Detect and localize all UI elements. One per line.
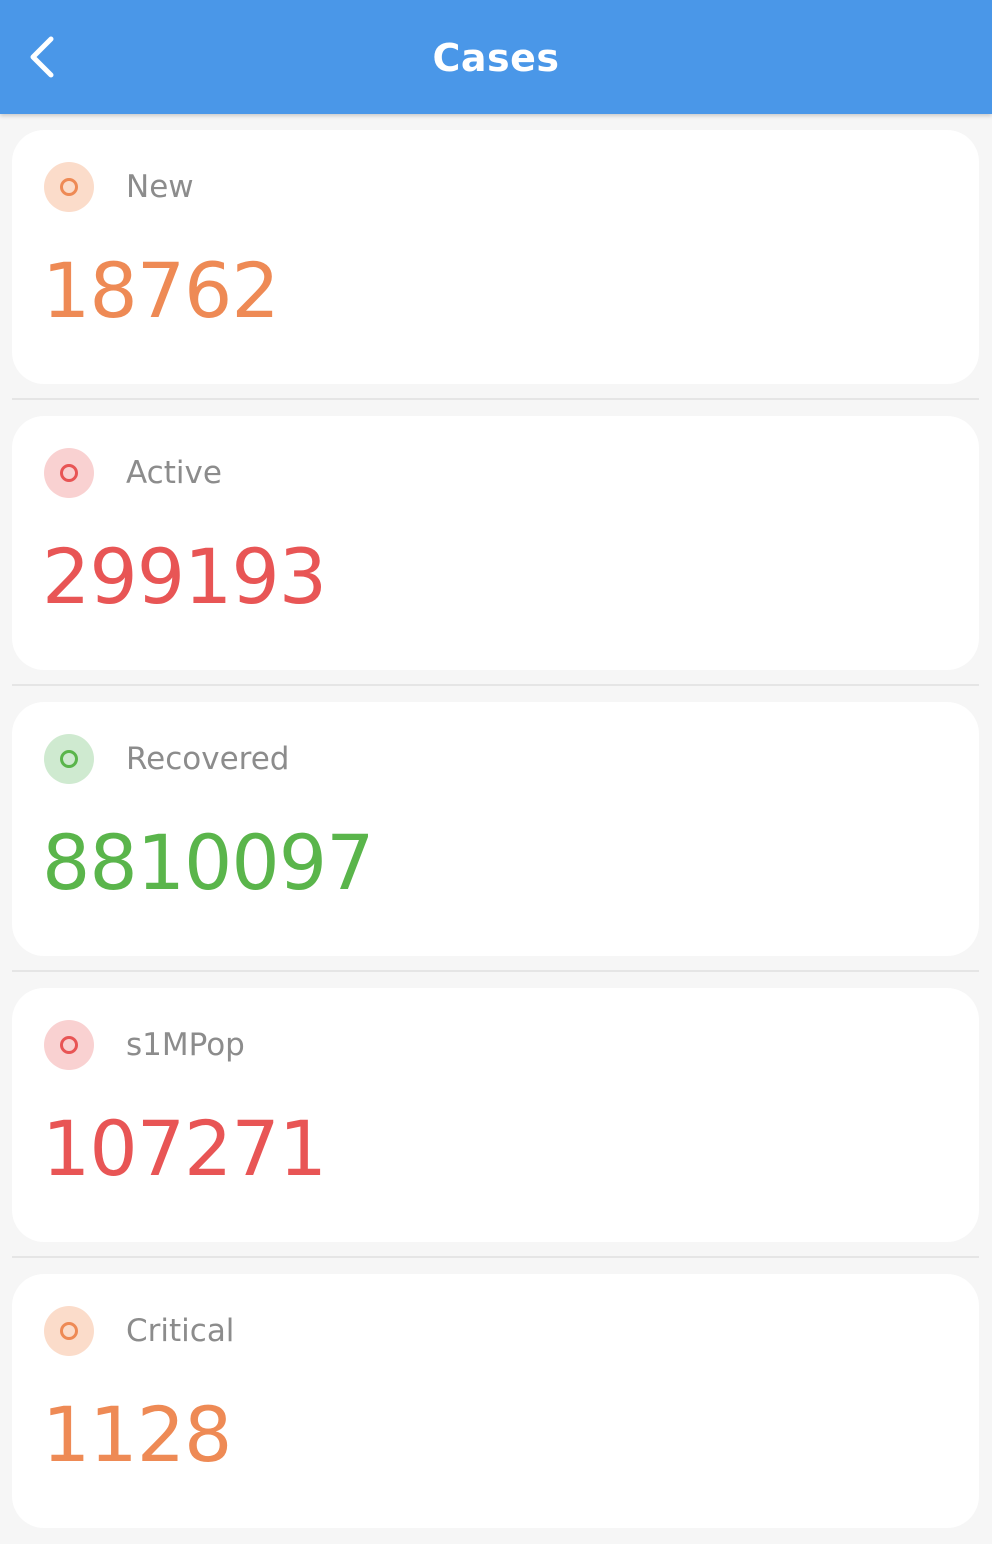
stats-list: New 18762 Active 299193 Recovered 881009… (0, 114, 992, 1544)
status-dot-icon (44, 734, 94, 784)
stat-label: Active (126, 455, 222, 491)
app-bar: Cases (0, 0, 992, 114)
stat-item-critical: Critical 1128 (0, 1258, 992, 1544)
status-dot-icon (44, 448, 94, 498)
stat-label: Recovered (126, 741, 290, 777)
status-dot-icon (44, 162, 94, 212)
stat-value: 299193 (42, 532, 327, 621)
stat-label: s1MPop (126, 1027, 245, 1063)
stat-item-active: Active 299193 (0, 400, 992, 686)
stat-value: 107271 (42, 1104, 327, 1193)
stat-card[interactable]: Critical 1128 (12, 1274, 979, 1528)
status-dot-icon (44, 1306, 94, 1356)
stat-item-s1mpop: s1MPop 107271 (0, 972, 992, 1258)
stat-card[interactable]: New 18762 (12, 130, 979, 384)
stat-card[interactable]: Recovered 8810097 (12, 702, 979, 956)
stat-value: 18762 (42, 246, 280, 335)
stat-label: Critical (126, 1313, 235, 1349)
stat-card[interactable]: Active 299193 (12, 416, 979, 670)
stat-card[interactable]: s1MPop 107271 (12, 988, 979, 1242)
stat-item-new: New 18762 (0, 114, 992, 400)
page-title: Cases (432, 36, 560, 80)
stat-label: New (126, 169, 194, 205)
status-dot-icon (44, 1020, 94, 1070)
stat-value: 1128 (42, 1390, 232, 1479)
stat-item-recovered: Recovered 8810097 (0, 686, 992, 972)
stat-value: 8810097 (42, 818, 374, 907)
